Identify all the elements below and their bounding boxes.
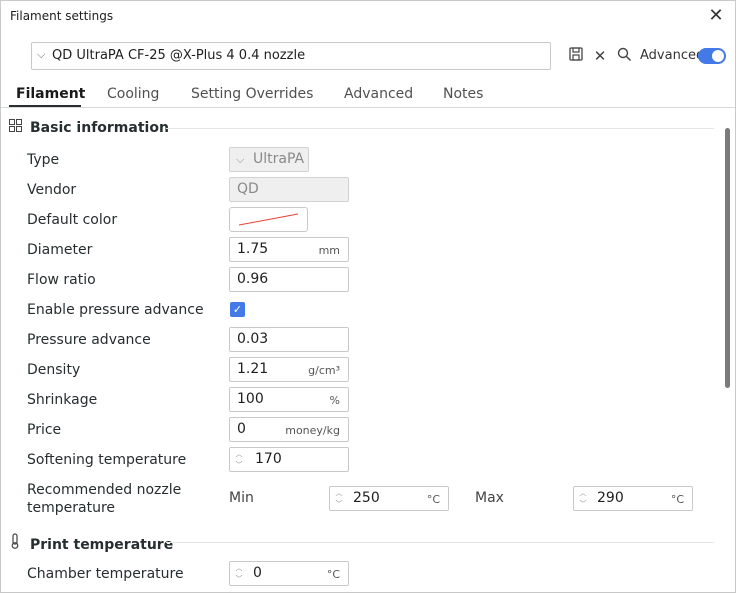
price-unit: money/kg — [285, 424, 340, 437]
spin-arrows-icon[interactable]: ︿ ﹀ — [334, 488, 344, 510]
title-bar: Filament settings ✕ — [1, 1, 735, 31]
preset-select[interactable]: ⌵ QD UltraPA CF-25 @X-Plus 4 0.4 nozzle — [31, 42, 551, 70]
save-icon[interactable] — [567, 47, 585, 65]
spin-arrows-icon[interactable]: ︿ ﹀ — [234, 563, 244, 585]
shrinkage-unit: % — [329, 394, 340, 407]
spin-arrows-icon[interactable]: ︿ ﹀ — [578, 488, 588, 510]
density-value: 1.21 — [237, 361, 269, 377]
vendor-value: QD — [237, 181, 259, 197]
flow-ratio-value: 0.96 — [237, 271, 269, 287]
pressure-advance-label: Pressure advance — [27, 332, 151, 348]
price-label: Price — [27, 422, 62, 438]
nozzle-temperature-label: Recommended nozzle temperature — [27, 482, 182, 516]
chamber-temperature-input[interactable]: ︿ ﹀ 0 °C — [229, 561, 349, 586]
nozzle-max-label: Max — [475, 490, 504, 506]
section-print-temperature: Print temperature — [9, 533, 173, 553]
search-icon[interactable] — [615, 47, 633, 65]
tab-cooling[interactable]: Cooling — [107, 86, 159, 102]
default-color-swatch[interactable] — [229, 207, 308, 232]
tab-filament[interactable]: Filament — [16, 86, 85, 102]
diameter-unit: mm — [318, 244, 340, 257]
nozzle-min-unit: °C — [426, 493, 440, 506]
preset-value: QD UltraPA CF-25 @X-Plus 4 0.4 nozzle — [52, 48, 306, 63]
pressure-advance-input[interactable]: 0.03 — [229, 327, 349, 352]
price-value: 0 — [237, 421, 246, 437]
shrinkage-input[interactable]: 100 % — [229, 387, 349, 412]
tab-notes[interactable]: Notes — [443, 86, 483, 102]
active-tab-indicator — [9, 105, 81, 107]
shrinkage-value: 100 — [237, 391, 264, 407]
nozzle-max-input[interactable]: ︿ ﹀ 290 °C — [573, 486, 693, 511]
diameter-label: Diameter — [27, 242, 93, 258]
tab-bar: Filament Cooling Setting Overrides Advan… — [1, 81, 735, 108]
thermometer-icon — [9, 533, 24, 553]
shrinkage-label: Shrinkage — [27, 392, 98, 408]
chamber-temperature-value: 0 — [253, 565, 262, 581]
softening-temperature-value: 170 — [255, 451, 282, 467]
nozzle-min-value: 250 — [353, 490, 380, 506]
density-input[interactable]: 1.21 g/cm³ — [229, 357, 349, 382]
nozzle-min-input[interactable]: ︿ ﹀ 250 °C — [329, 486, 449, 511]
price-input[interactable]: 0 money/kg — [229, 417, 349, 442]
chevron-down-icon: ⌵ — [37, 48, 46, 61]
softening-temperature-label: Softening temperature — [27, 452, 187, 468]
enable-pressure-advance-label: Enable pressure advance — [27, 302, 204, 318]
pressure-advance-value: 0.03 — [237, 331, 269, 347]
section-title: Basic information — [30, 120, 169, 136]
settings-panel: Basic information Type ⌵ UltraPA Vendor … — [1, 108, 735, 594]
toggle-knob — [712, 50, 724, 62]
close-icon[interactable]: ✕ — [705, 5, 727, 27]
softening-temperature-input[interactable]: ︿ ﹀ 170 — [229, 447, 349, 472]
vendor-label: Vendor — [27, 182, 77, 198]
nozzle-max-unit: °C — [670, 493, 684, 506]
type-value: UltraPA — [253, 151, 305, 167]
flow-ratio-input[interactable]: 0.96 — [229, 267, 349, 292]
default-color-label: Default color — [27, 212, 118, 228]
diameter-value: 1.75 — [237, 241, 269, 257]
advanced-toggle[interactable] — [698, 48, 726, 64]
advanced-label: Advanced — [640, 48, 705, 63]
type-select[interactable]: ⌵ UltraPA — [229, 147, 309, 172]
enable-pressure-advance-checkbox[interactable]: ✓ — [230, 302, 245, 317]
chamber-temperature-label: Chamber temperature — [27, 566, 184, 582]
tab-advanced[interactable]: Advanced — [344, 86, 413, 102]
density-unit: g/cm³ — [308, 364, 340, 377]
delete-icon[interactable]: ✕ — [591, 47, 609, 65]
window-title: Filament settings — [10, 9, 114, 23]
diameter-input[interactable]: 1.75 mm — [229, 237, 349, 262]
tab-setting-overrides[interactable]: Setting Overrides — [191, 86, 313, 102]
grid-icon — [9, 119, 24, 136]
spin-arrows-icon[interactable]: ︿ ﹀ — [234, 449, 244, 471]
vendor-field: QD — [229, 177, 349, 202]
section-divider — [166, 128, 714, 129]
density-label: Density — [27, 362, 81, 378]
vertical-scrollbar[interactable] — [725, 128, 730, 388]
section-basic-information: Basic information — [9, 119, 169, 136]
chamber-temperature-unit: °C — [326, 568, 340, 581]
section-title: Print temperature — [30, 537, 174, 553]
nozzle-min-label: Min — [229, 490, 254, 506]
nozzle-max-value: 290 — [597, 490, 624, 506]
chevron-down-icon: ⌵ — [236, 153, 245, 166]
flow-ratio-label: Flow ratio — [27, 272, 96, 288]
section-divider — [166, 542, 714, 543]
filament-settings-window: Filament settings ✕ ⌵ QD UltraPA CF-25 @… — [0, 0, 736, 593]
type-label: Type — [27, 152, 60, 168]
